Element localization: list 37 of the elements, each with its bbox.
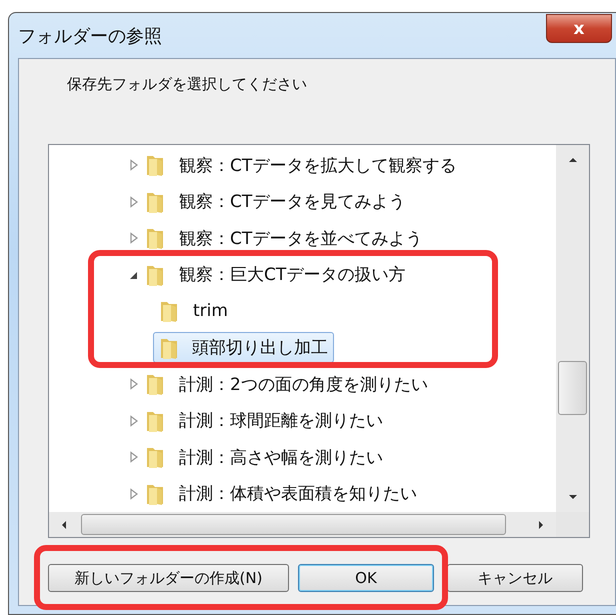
window-title: フォルダーの参照	[18, 24, 162, 48]
folder-icon	[145, 153, 165, 178]
scrollbar-corner	[556, 512, 589, 537]
tree-item[interactable]: trim	[187, 297, 234, 326]
expand-icon[interactable]	[129, 232, 139, 244]
dialog-button[interactable]: キャンセル	[447, 564, 583, 592]
tree-item[interactable]: 計測：体積や表面積を知りたい	[173, 478, 423, 510]
scroll-up-icon[interactable]	[568, 157, 578, 163]
tree-item[interactable]: 観察：巨大CTデータの扱い方	[173, 259, 412, 290]
tree-item[interactable]: 観察：CTデータを見てみよう	[173, 186, 412, 218]
folder-icon	[159, 299, 179, 324]
tree-item[interactable]: 計測：高さや幅を測りたい	[173, 442, 389, 473]
expand-icon[interactable]	[129, 488, 139, 500]
tree-item[interactable]: 頭部切り出し加工	[153, 332, 334, 364]
folder-icon	[145, 226, 165, 250]
scroll-left-icon[interactable]	[61, 520, 67, 530]
tree-item[interactable]: 計測：球間距離を測りたい	[173, 405, 389, 436]
expand-icon[interactable]	[129, 196, 139, 208]
folder-icon	[145, 445, 165, 470]
scroll-thumb[interactable]	[558, 361, 587, 415]
scroll-thumb[interactable]	[81, 514, 506, 535]
horizontal-scrollbar[interactable]	[49, 512, 589, 537]
expand-icon[interactable]	[129, 159, 139, 172]
scroll-right-icon[interactable]	[538, 520, 544, 530]
scroll-down-icon[interactable]	[568, 494, 578, 500]
expand-icon[interactable]	[129, 451, 139, 464]
close-button[interactable]: x	[546, 14, 612, 43]
prompt-text: 保存先フォルダを選択してください	[67, 75, 308, 94]
tree-item[interactable]: 観察：CTデータを並べてみよう	[173, 222, 428, 254]
expand-icon[interactable]	[129, 414, 139, 427]
tree-item[interactable]: 計測：2つの面の角度を測りたい	[173, 368, 434, 400]
folder-icon	[145, 372, 165, 396]
expand-icon[interactable]	[129, 378, 139, 390]
tree-item[interactable]: 観察：CTデータを拡大して観察する	[173, 150, 462, 181]
dialog-button[interactable]: OK	[298, 564, 434, 592]
vertical-scrollbar[interactable]	[556, 145, 589, 512]
dialog-button[interactable]: 新しいフォルダーの作成(N)	[48, 564, 289, 592]
